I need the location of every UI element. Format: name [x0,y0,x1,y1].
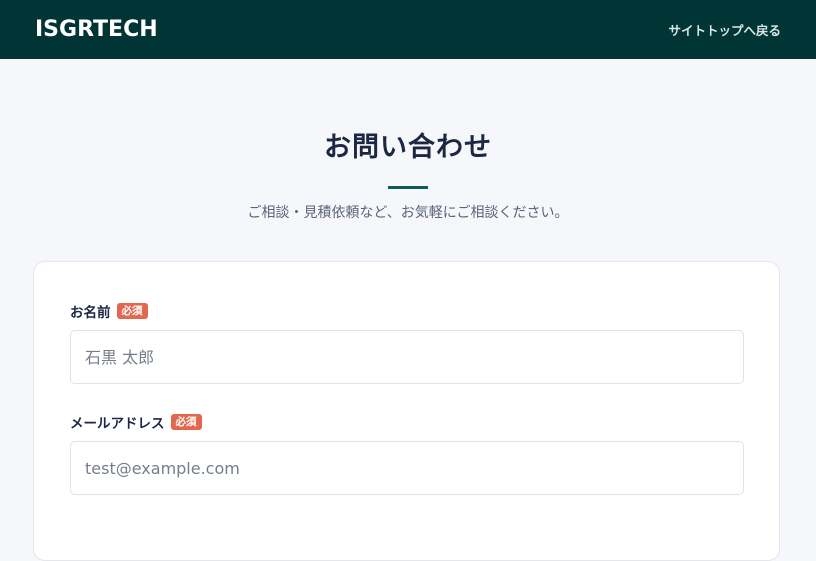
page-title: お問い合わせ [324,132,492,163]
required-badge: 必須 [116,302,148,320]
name-label-row: お名前 必須 [70,300,743,322]
brand-logo[interactable]: ISGRTECH [35,17,158,42]
name-label: お名前 [70,305,111,321]
email-field-group: メールアドレス 必須 [70,411,744,495]
email-input[interactable] [70,441,744,495]
email-label-row: メールアドレス 必須 [70,411,743,433]
name-field-group: お名前 必須 [70,300,744,384]
hero-section: お問い合わせ ご相談・見積依頼など、お気軽にご相談ください。 [0,59,816,222]
email-label: メールアドレス [70,416,165,432]
title-underline [388,186,428,189]
contact-form-card: お名前 必須 メールアドレス 必須 [33,261,780,561]
name-input[interactable] [70,330,744,384]
required-badge: 必須 [170,413,202,431]
page-subtitle: ご相談・見積依頼など、お気軽にご相談ください。 [247,205,569,221]
site-header: ISGRTECH サイトトップへ戻る [0,0,816,59]
back-to-top-link[interactable]: サイトトップへ戻る [668,20,781,39]
